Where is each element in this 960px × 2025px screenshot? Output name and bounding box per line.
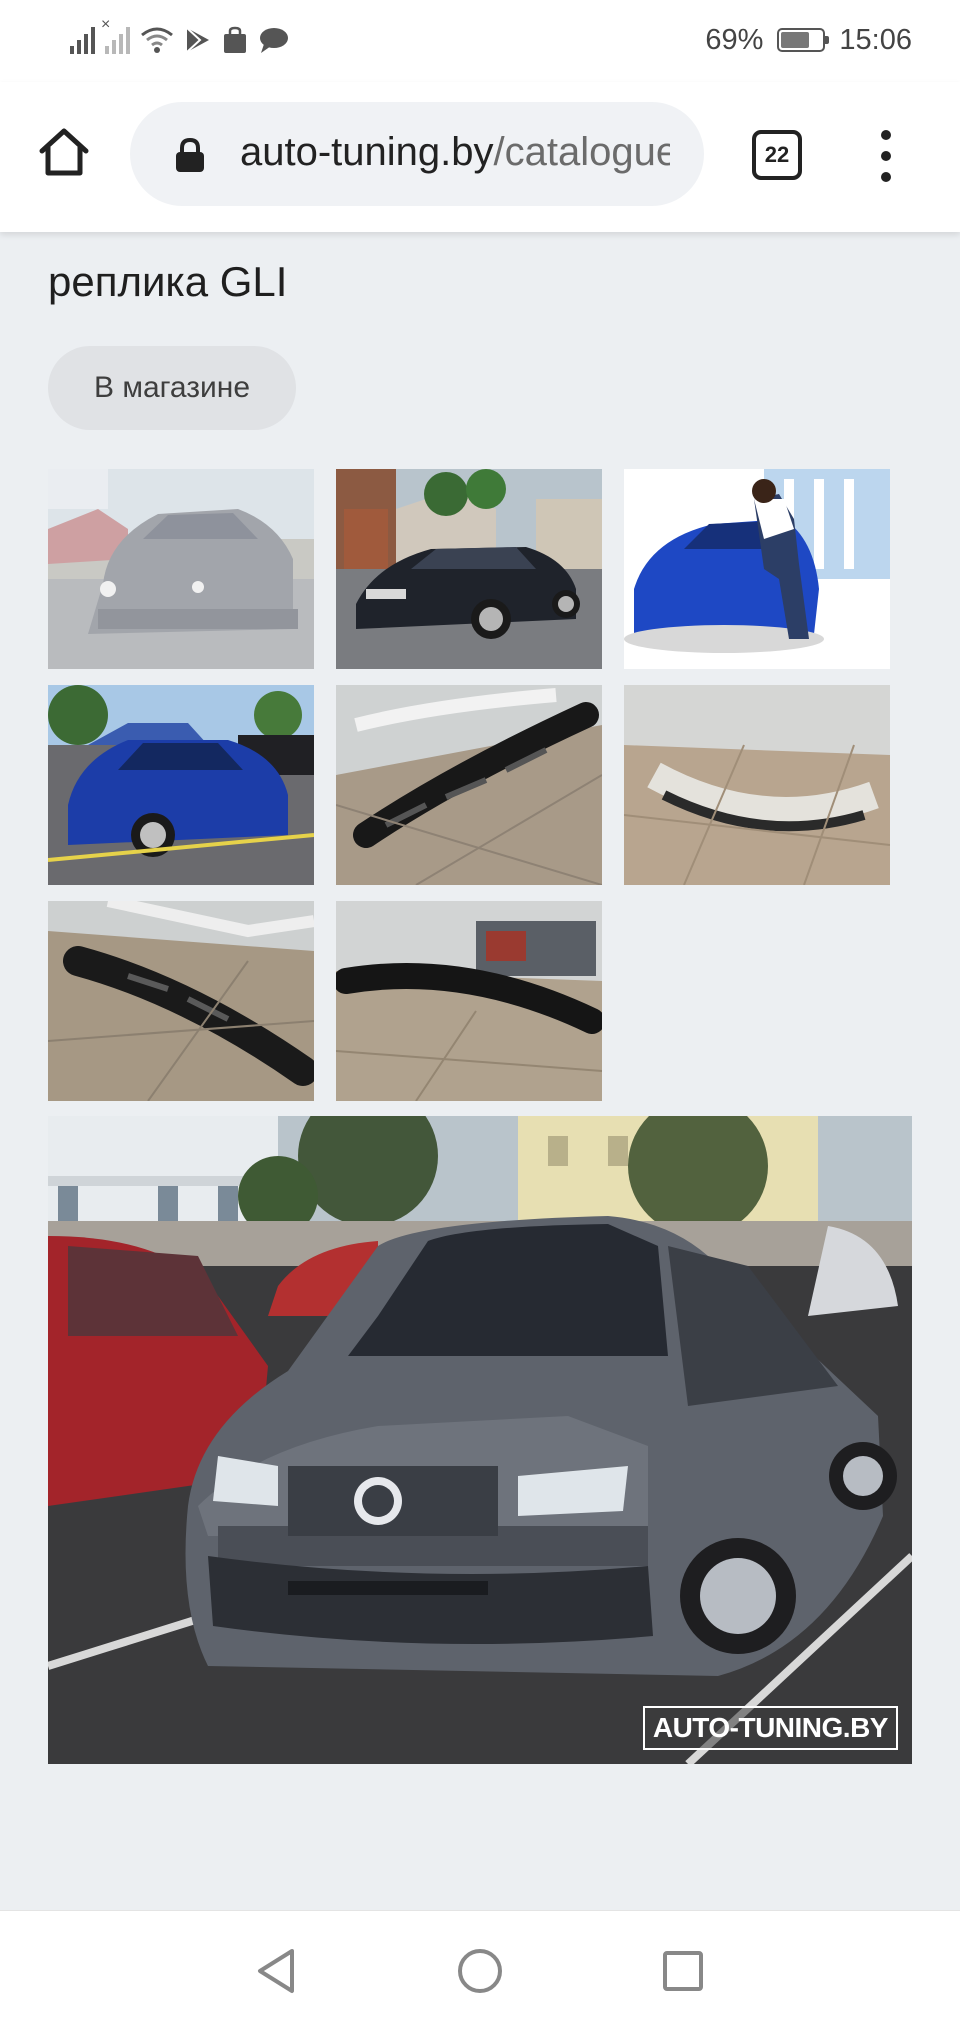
url-text: auto-tuning.by/catalogue — [240, 130, 670, 175]
signal-off-icon: × — [101, 16, 130, 54]
battery-icon — [777, 28, 830, 52]
thumb-black-jetta-driveway[interactable] — [336, 469, 602, 669]
in-store-chip[interactable]: В магазине — [48, 346, 296, 430]
square-icon — [663, 1951, 703, 1991]
message-icon — [260, 28, 288, 53]
browser-toolbar: auto-tuning.by/catalogue 22 — [0, 82, 960, 232]
thumb-lip-side[interactable] — [336, 685, 602, 885]
page-title: реплика GLI — [48, 258, 288, 305]
bag-icon — [224, 26, 246, 53]
url-path: /catalogue — [493, 130, 670, 174]
status-right: 69% 15:06 — [705, 20, 912, 60]
url-domain: auto-tuning.by — [240, 130, 494, 174]
battery-percent: 69% — [705, 23, 764, 56]
tab-count: 22 — [764, 142, 790, 167]
circle-icon — [458, 1949, 502, 1993]
dot-icon — [881, 130, 891, 140]
status-bar: × 69% 15:06 — [0, 0, 960, 82]
battery-fill — [781, 32, 810, 48]
wifi-icon — [141, 27, 173, 53]
lock-icon — [176, 138, 204, 172]
thumb-blue-jetta-model[interactable] — [624, 469, 890, 669]
home-button[interactable] — [36, 124, 92, 180]
thumb-lip-angle[interactable] — [48, 901, 314, 1101]
home-nav-button[interactable] — [452, 1943, 508, 1999]
system-nav-bar — [0, 1910, 960, 2025]
signal-icon — [70, 26, 95, 54]
dot-icon — [881, 172, 891, 182]
play-store-icon — [186, 27, 209, 53]
status-icons: × — [70, 16, 290, 58]
clock: 15:06 — [839, 23, 912, 56]
address-bar[interactable]: auto-tuning.by/catalogue — [130, 102, 704, 206]
thumb-grey-jetta-front[interactable] — [48, 469, 314, 669]
thumb-lip-front[interactable] — [336, 901, 602, 1101]
thumb-lip-top[interactable] — [624, 685, 890, 885]
more-menu-button[interactable] — [866, 126, 906, 186]
tab-switcher-button[interactable]: 22 — [752, 130, 802, 180]
recents-button[interactable] — [655, 1943, 711, 1999]
thumb-blue-jetta-carshow[interactable] — [48, 685, 314, 885]
back-icon — [258, 1949, 294, 1993]
home-icon — [39, 128, 89, 176]
back-button[interactable] — [248, 1943, 304, 1999]
watermark: AUTO-TUNING.BY — [642, 1706, 898, 1750]
main-product-photo[interactable]: AUTO-TUNING.BY — [48, 1116, 912, 1764]
dot-icon — [881, 151, 891, 161]
